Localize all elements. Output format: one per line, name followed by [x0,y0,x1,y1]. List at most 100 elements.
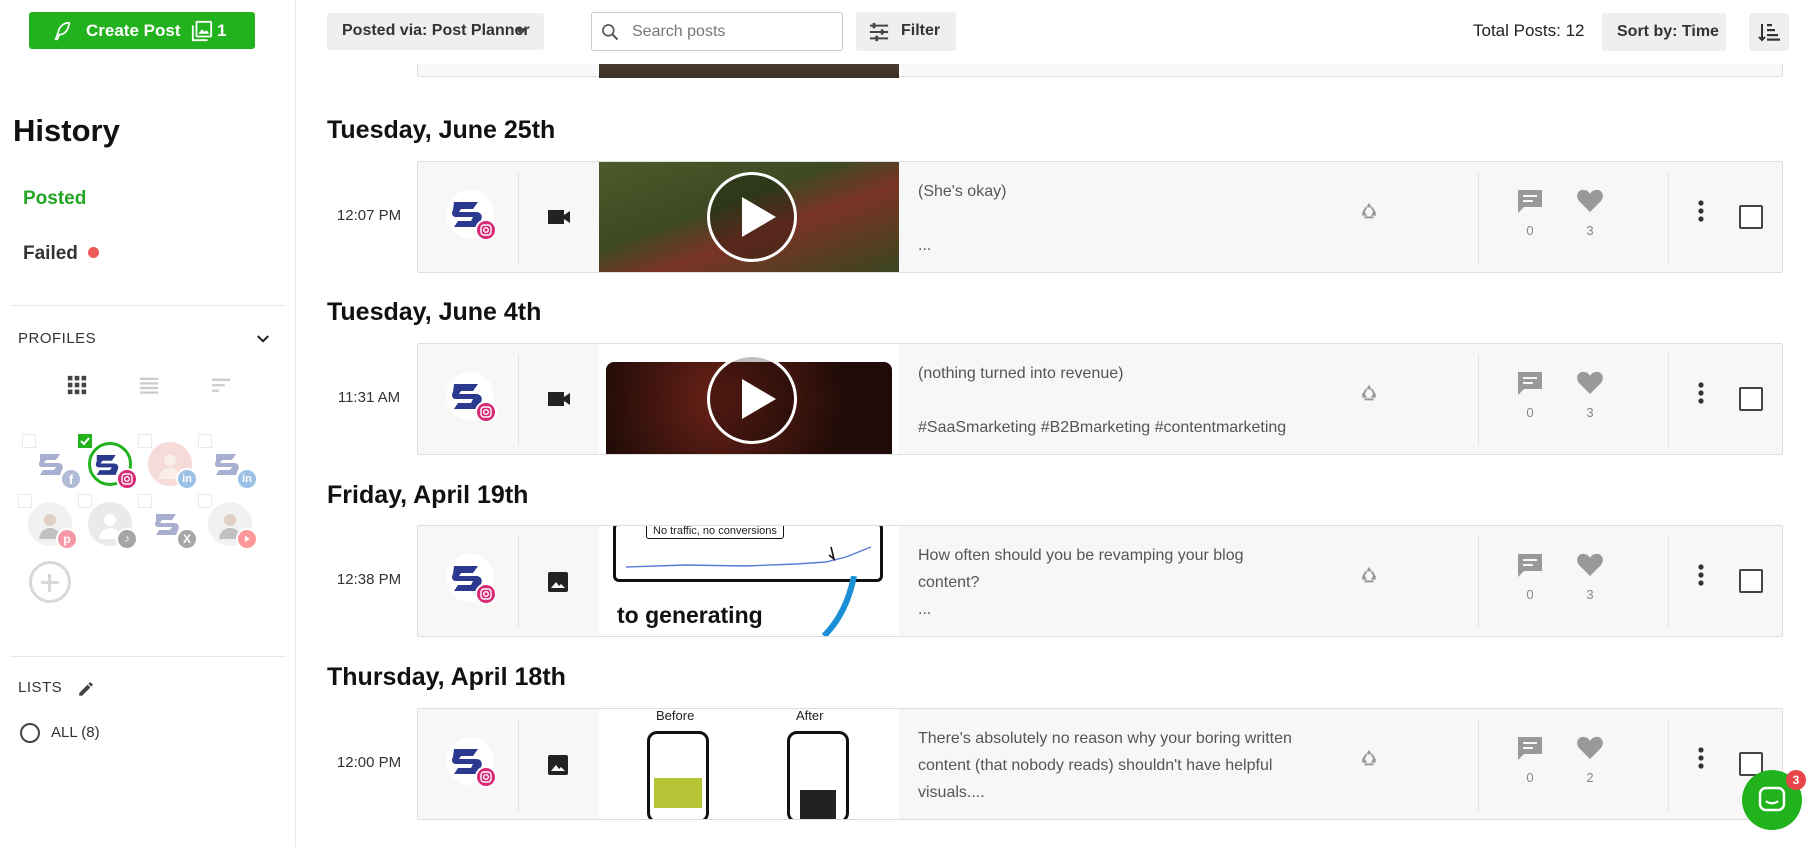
heart-icon [1577,553,1603,576]
day-heading: Thursday, April 18th [327,663,566,691]
sort-by-button[interactable]: Sort by: Time [1602,13,1726,51]
facebook-icon: f [60,468,82,490]
sort-direction-button[interactable] [1749,13,1789,51]
search-input[interactable] [632,21,832,43]
video-icon [548,392,570,406]
profile-youtube[interactable] [198,494,258,550]
post-media[interactable] [599,162,899,272]
compact-view-icon[interactable] [210,374,232,396]
chat-launcher-button[interactable]: 3 [1742,770,1806,830]
lists-heading: LISTS [18,679,63,696]
day-heading: Tuesday, June 25th [327,116,556,144]
more-vertical-icon[interactable] [1697,380,1705,406]
profile-facebook[interactable]: f [22,434,82,490]
recycle-icon[interactable] [1358,564,1380,586]
play-icon[interactable] [707,354,797,444]
video-icon [548,210,570,224]
profile-checkbox[interactable] [198,434,212,448]
profile-pinterest[interactable]: p [18,494,78,550]
profile-checkbox[interactable] [78,494,92,508]
post-card[interactable]: 12:00 PM Before After There's absolutely… [337,708,1783,820]
post-time: 12:38 PM [336,571,402,588]
posted-via-dropdown[interactable]: Posted via: Post Planner [327,13,544,50]
list-all-radio[interactable] [20,723,40,743]
media-caption: No traffic, no conversions [646,526,784,539]
post-text-line: visuals.... [918,784,985,801]
failed-indicator-dot [88,247,99,258]
post-text-line: #SaaSmarketing #B2Bmarketing #contentmar… [918,419,1287,436]
post-media[interactable]: Before After [599,709,899,819]
chevron-down-icon[interactable] [254,330,272,348]
post-text: There's absolutely no reason why your bo… [918,725,1348,806]
nav-failed[interactable]: Failed [23,243,78,265]
profile-linkedin-person[interactable]: in [138,434,198,490]
post-select-checkbox[interactable] [1739,387,1763,411]
filter-button[interactable]: Filter [856,12,956,51]
post-card[interactable]: 12:07 PM (She's okay) ... 0 3 [337,161,1783,273]
profiles-heading: PROFILES [18,330,97,347]
post-media[interactable] [599,344,899,454]
grid-view-icon[interactable] [66,374,88,396]
total-posts: Total Posts: 12 [1473,21,1585,40]
profile-x[interactable]: X [138,494,198,550]
more-vertical-icon[interactable] [1697,745,1705,771]
post-card[interactable]: 12:38 PM No traffic, no conversions to g… [337,525,1783,637]
post-text: (nothing turned into revenue) #SaaSmarke… [918,360,1348,441]
like-count: 3 [1586,405,1594,420]
profile-instagram[interactable] [78,434,138,490]
post-text-line [918,387,1348,414]
divider [518,354,519,446]
top-bar: Posted via: Post Planner Filter Total Po… [296,0,1808,64]
media-after-label: After [796,709,824,723]
profile-checkbox-checked[interactable] [78,434,92,448]
post-media[interactable]: No traffic, no conversions to generating [599,526,899,636]
post-select-checkbox[interactable] [1739,569,1763,593]
post-text-line: ... [918,237,932,254]
x-icon: X [176,528,198,550]
page-title: History [13,113,120,148]
profile-checkbox[interactable] [138,434,152,448]
play-icon[interactable] [707,172,797,262]
like-stat: 2 [1570,735,1610,785]
create-post-button[interactable]: Create Post 1 [29,12,255,49]
post-text-line: How often should you be revamping your b… [918,547,1244,564]
recycle-icon[interactable] [1358,747,1380,769]
divider [1668,536,1669,628]
post-feed: Tuesday, June 25th 12:07 PM (She's okay)… [296,64,1808,847]
comment-stat: 0 [1510,188,1550,238]
divider [1668,354,1669,446]
linkedin-icon: in [236,468,258,490]
nav-posted[interactable]: Posted [23,188,86,210]
profile-checkbox[interactable] [138,494,152,508]
profile-checkbox[interactable] [22,434,36,448]
create-post-count: 1 [217,21,227,40]
divider [1478,536,1479,628]
more-vertical-icon[interactable] [1697,198,1705,224]
more-vertical-icon[interactable] [1697,562,1705,588]
search-box[interactable] [591,12,843,51]
add-profile-button[interactable] [29,561,71,603]
post-text-line: (nothing turned into revenue) [918,365,1124,382]
recycle-icon[interactable] [1358,382,1380,404]
post-time: 12:07 PM [336,207,402,224]
tiktok-icon: ♪ [116,528,138,550]
post-card[interactable]: 11:31 AM (nothing turned into revenue) #… [338,343,1783,455]
profile-checkbox[interactable] [18,494,32,508]
profile-linkedin-company[interactable]: in [198,434,258,490]
post-card-partial[interactable] [417,64,1783,78]
list-view-icon[interactable] [138,374,160,396]
pencil-icon[interactable] [77,680,95,698]
comment-stat: 0 [1510,370,1550,420]
pinterest-icon: p [56,528,78,550]
post-select-checkbox[interactable] [1739,205,1763,229]
account-avatar [446,190,498,242]
create-post-label: Create Post [86,21,181,40]
image-queue-icon [191,20,213,42]
heart-icon [1577,189,1603,212]
profile-checkbox[interactable] [198,494,212,508]
sort-ascending-icon [1758,24,1780,42]
divider [518,172,519,264]
post-text-line: (She's okay) [918,183,1007,200]
profile-tiktok[interactable]: ♪ [78,494,138,550]
recycle-icon[interactable] [1358,200,1380,222]
